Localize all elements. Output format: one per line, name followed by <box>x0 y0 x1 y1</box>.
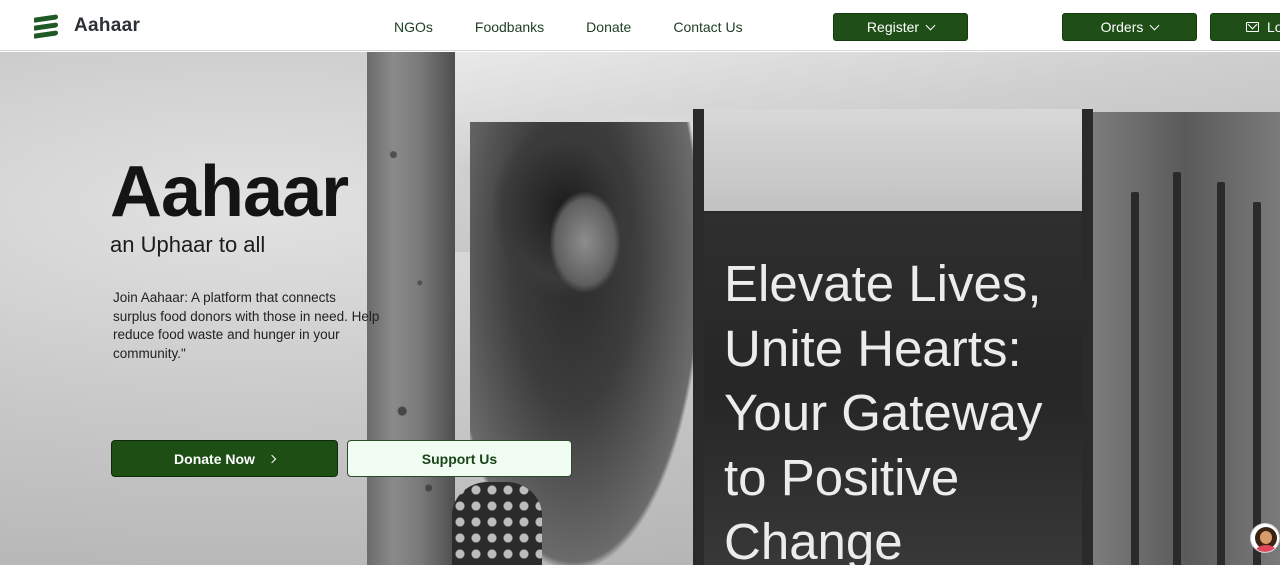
register-button[interactable]: Register <box>833 13 968 41</box>
logo-icon <box>34 14 60 39</box>
hero-tagline: Elevate Lives, Unite Hearts: Your Gatewa… <box>724 255 1043 565</box>
logo[interactable]: Aahaar <box>34 12 140 40</box>
nav-foodbanks[interactable]: Foodbanks <box>475 18 544 36</box>
hero-section: Aahaar an Uphaar to all Join Aahaar: A p… <box>0 52 1280 565</box>
chevron-down-icon <box>925 20 936 30</box>
donate-now-label: Donate Now <box>174 450 255 467</box>
register-label: Register <box>866 19 920 35</box>
hero-subtitle: an Uphaar to all <box>110 232 266 257</box>
brand-name: Aahaar <box>74 15 141 36</box>
nav-ngos[interactable]: NGOs <box>394 18 433 36</box>
mail-icon <box>1246 22 1259 32</box>
chat-avatar-icon[interactable] <box>1250 523 1280 553</box>
support-us-button[interactable]: Support Us <box>347 440 572 477</box>
support-us-label: Support Us <box>421 450 498 467</box>
hero-title: Aahaar <box>110 152 349 232</box>
nav-donate[interactable]: Donate <box>586 18 631 36</box>
nav-contact-us[interactable]: Contact Us <box>673 18 742 36</box>
main-nav: NGOs Foodbanks Donate Contact Us <box>394 18 785 36</box>
donate-now-button[interactable]: Donate Now <box>111 440 338 477</box>
login-button[interactable]: Lo <box>1210 13 1280 41</box>
orders-label: Orders <box>1100 19 1144 35</box>
login-label: Lo <box>1267 19 1280 35</box>
hero-description: Join Aahaar: A platform that connects su… <box>113 290 380 361</box>
chevron-right-icon <box>267 454 277 463</box>
orders-button[interactable]: Orders <box>1062 13 1197 41</box>
chevron-down-icon <box>1149 20 1160 30</box>
navbar: Aahaar NGOs Foodbanks Donate Contact Us … <box>0 0 1280 51</box>
background-fence <box>1093 112 1280 565</box>
